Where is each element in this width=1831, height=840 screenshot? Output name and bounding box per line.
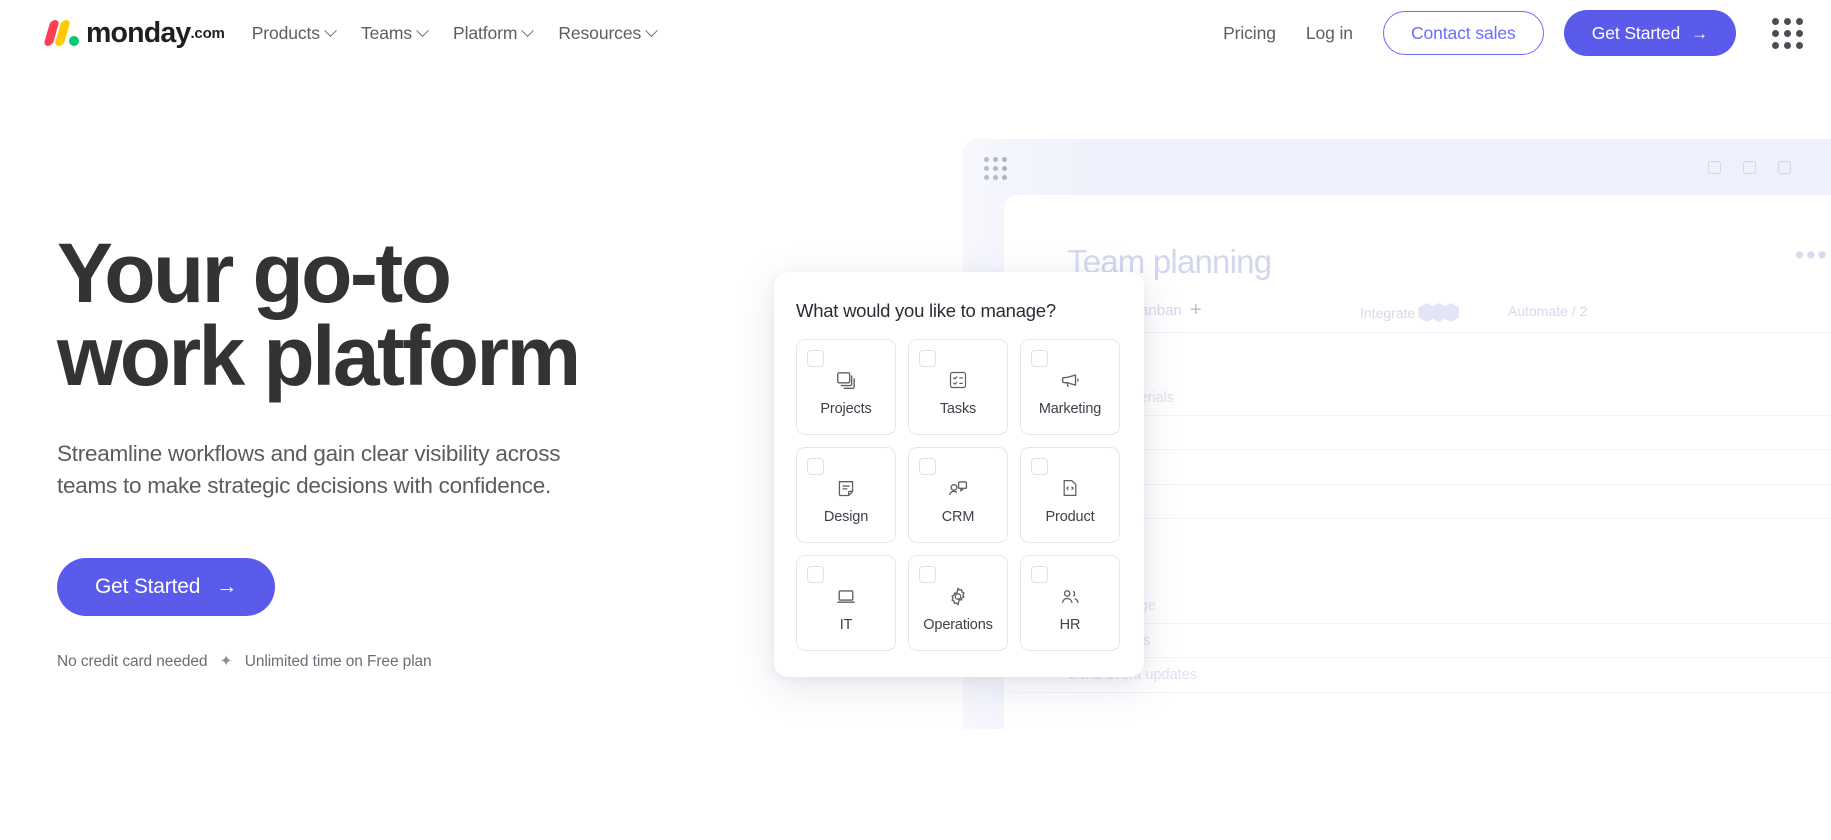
checkbox-product[interactable] (1031, 458, 1048, 475)
option-label-projects: Projects (820, 401, 872, 417)
get-started-header-label: Get Started (1591, 22, 1681, 43)
option-card-tasks[interactable]: Tasks (908, 339, 1008, 435)
monday-logo-mark-icon (43, 20, 79, 46)
gear-icon (948, 586, 969, 612)
add-view-button[interactable]: + (1190, 299, 1202, 322)
board-bottom-fade (963, 780, 1831, 840)
nav-item-products[interactable]: Products (251, 22, 337, 44)
hero-note-right: Unlimited time on Free plan (244, 652, 432, 670)
option-card-product[interactable]: Product (1020, 447, 1120, 543)
checkbox-projects[interactable] (807, 350, 824, 367)
checkbox-tasks[interactable] (919, 350, 936, 367)
integrate-button[interactable]: Integrate (1352, 303, 1460, 322)
monday-logo[interactable]: monday .com (43, 16, 225, 50)
nav-label-products: Products (251, 22, 320, 43)
checkbox-hr[interactable] (1031, 566, 1048, 583)
option-card-marketing[interactable]: Marketing (1020, 339, 1120, 435)
nav-label-platform: Platform (453, 22, 518, 43)
megaphone-icon (1059, 370, 1081, 397)
option-card-it[interactable]: IT (796, 555, 896, 651)
option-label-design: Design (823, 509, 869, 525)
checkbox-crm[interactable] (919, 458, 936, 475)
arrow-right-icon: → (216, 574, 237, 598)
board-top-icons (1708, 161, 1791, 174)
option-label-hr: HR (1059, 617, 1081, 633)
logo-wordmark: monday (86, 16, 191, 49)
integration-avatars-icon (1418, 303, 1460, 322)
checkbox-operations[interactable] (919, 566, 936, 583)
nav-label-resources: Resources (558, 22, 642, 43)
chevron-down-icon (645, 23, 658, 37)
option-card-operations[interactable]: Operations (908, 555, 1008, 651)
nav-label-teams: Teams (360, 22, 412, 43)
drag-dots-icon (984, 157, 1007, 180)
main-nav: Products Teams Platform Resources (251, 22, 658, 44)
option-label-it: IT (839, 617, 853, 633)
header-actions: Pricing Log in Contact sales Get Started… (1223, 10, 1803, 56)
people-icon (1059, 586, 1081, 613)
page-title: Your go-to work platform (57, 226, 581, 404)
layers-stack-icon (835, 370, 857, 397)
get-started-hero-label: Get Started (94, 574, 201, 598)
page-root: monday .com Products Teams Platform Reso… (0, 0, 1831, 840)
modal-question: What would you like to manage? (796, 300, 1056, 321)
option-card-crm[interactable]: CRM (908, 447, 1008, 543)
option-label-tasks: Tasks (939, 401, 977, 417)
board-topbar (963, 139, 1831, 195)
site-header: monday .com Products Teams Platform Reso… (0, 0, 1831, 66)
option-card-projects[interactable]: Projects (796, 339, 896, 435)
laptop-icon (835, 586, 857, 613)
login-link[interactable]: Log in (1306, 23, 1353, 44)
option-card-hr[interactable]: HR (1020, 555, 1120, 651)
note-page-icon (836, 478, 857, 504)
chevron-down-icon (324, 23, 337, 37)
hero-note: No credit card needed ✦ Unlimited time o… (57, 652, 697, 671)
manage-options-grid: Projects Tasks Marketing Design CRM Prod… (796, 339, 1120, 651)
manage-selection-modal: What would you like to manage? Projects (774, 272, 1144, 677)
option-label-crm: CRM (941, 509, 975, 525)
contact-sales-button[interactable]: Contact sales (1382, 11, 1544, 55)
chevron-down-icon (416, 23, 429, 37)
checklist-icon (948, 370, 968, 395)
integrate-label: Integrate (1360, 304, 1416, 321)
option-label-operations: Operations (923, 617, 993, 633)
nav-item-resources[interactable]: Resources (558, 22, 658, 44)
get-started-hero-button[interactable]: Get Started → (57, 557, 275, 616)
more-options-icon: ••• (1794, 240, 1829, 270)
hero-subheading: Streamline workflows and gain clear visi… (57, 441, 561, 499)
automate-label: Automate / 2 (1508, 303, 1588, 319)
checkbox-it[interactable] (807, 566, 824, 583)
nav-item-teams[interactable]: Teams (360, 22, 429, 44)
option-label-product: Product (1045, 509, 1095, 525)
apps-grid-icon[interactable] (1772, 17, 1803, 49)
nav-item-platform[interactable]: Platform (453, 22, 535, 44)
sparkle-icon: ✦ (219, 652, 233, 670)
get-started-header-button[interactable]: Get Started → (1563, 10, 1736, 56)
checkbox-marketing[interactable] (1031, 350, 1048, 367)
contact-sales-label: Contact sales (1410, 22, 1516, 43)
arrow-right-icon: → (1691, 23, 1708, 43)
chevron-down-icon (521, 23, 535, 37)
option-card-design[interactable]: Design (796, 447, 896, 543)
hero-section: Your go-to work platform Streamline work… (57, 226, 697, 671)
option-label-marketing: Marketing (1038, 401, 1102, 417)
logo-suffix: .com (190, 24, 225, 42)
pricing-link[interactable]: Pricing (1223, 23, 1276, 44)
hero-note-left: No credit card needed (57, 652, 208, 670)
checkbox-design[interactable] (807, 458, 824, 475)
contact-chat-icon (947, 478, 969, 505)
automate-button[interactable]: Automate / 2 (1500, 303, 1587, 319)
code-box-icon (1060, 478, 1080, 503)
